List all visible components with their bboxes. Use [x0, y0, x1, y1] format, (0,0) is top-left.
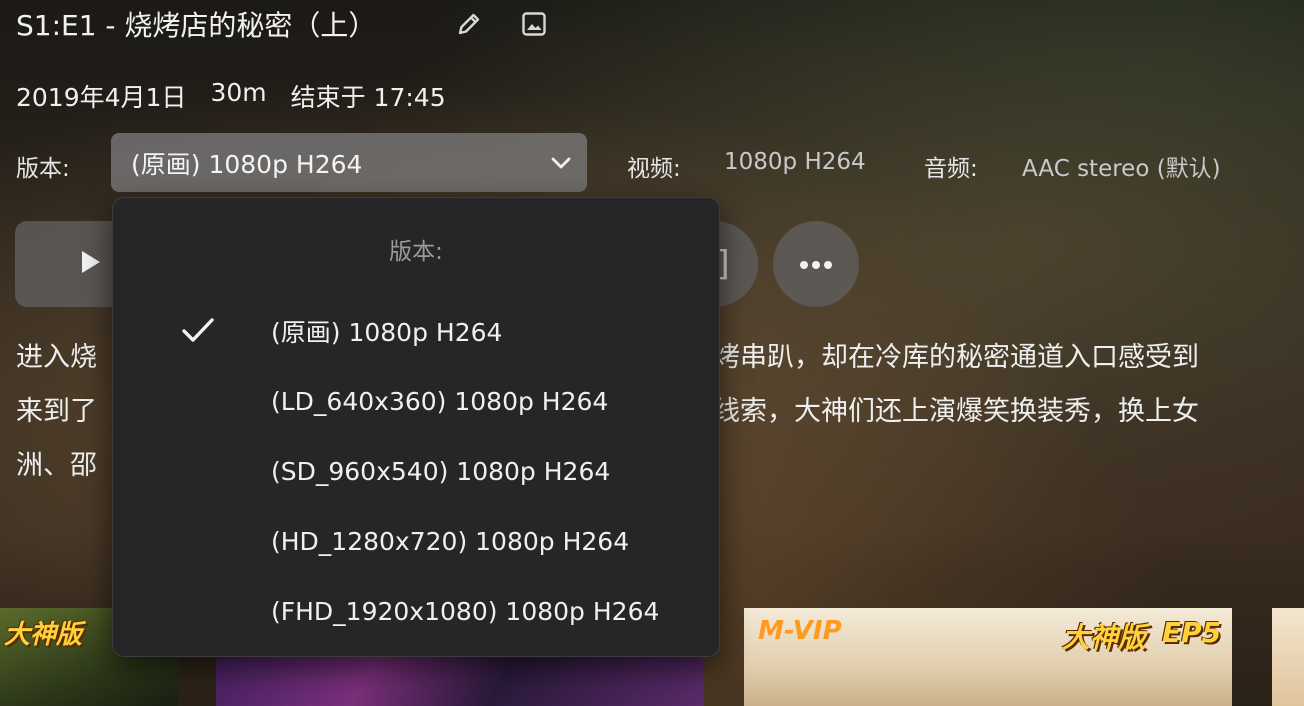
episode-thumbnail[interactable] [1272, 608, 1304, 706]
version-option[interactable]: (原画) 1080p H264 [113, 296, 719, 366]
more-dots-icon [799, 255, 833, 274]
thumbnail-badge: 大神版 [4, 620, 83, 650]
version-option-label: (SD_960x540) 1080p H264 [271, 456, 611, 486]
video-value: 1080p H264 [724, 149, 866, 175]
version-option-label: (HD_1280x720) 1080p H264 [271, 526, 630, 556]
version-select[interactable]: (原画) 1080p H264 [111, 133, 587, 192]
end-time: 结束于 17:45 [290, 83, 446, 112]
version-option-label: (原画) 1080p H264 [271, 318, 503, 347]
version-option[interactable]: (LD_640x360) 1080p H264 [113, 366, 719, 436]
version-option[interactable]: (FHD_1920x1080) 1080p H264 [113, 576, 719, 646]
overview-line-1-end: 烤串趴，却在冷库的秘密通道入口感受到 [713, 342, 1199, 373]
version-select-value: (原画) 1080p H264 [131, 149, 363, 179]
version-option-label: (FHD_1920x1080) 1080p H264 [271, 596, 660, 626]
version-option-label: (LD_640x360) 1080p H264 [271, 386, 609, 416]
episode-meta: 2019年4月1日 30m 结束于 17:45 [16, 78, 446, 114]
version-label: 版本: [16, 156, 70, 182]
pencil-edit-icon[interactable] [452, 7, 486, 41]
play-icon [78, 249, 102, 279]
version-menu-title: 版本: [389, 239, 443, 265]
chevron-down-icon [549, 151, 573, 181]
image-icon[interactable] [517, 7, 551, 41]
runtime: 30m [210, 78, 267, 107]
overview-line-2-end: 线索，大神们还上演爆笑换装秀，换上女 [713, 396, 1199, 427]
episode-thumbnail[interactable]: M-VIP 大神版 EP5 [744, 608, 1232, 706]
overview-line-2-start: 来到了 [16, 396, 97, 427]
version-dropdown-menu: 版本: (原画) 1080p H264 (LD_640x360) 1080p H… [112, 197, 720, 657]
version-option[interactable]: (SD_960x540) 1080p H264 [113, 436, 719, 506]
audio-value: AAC stereo (默认) [1022, 156, 1221, 182]
episode-number-badge: EP5 [1162, 616, 1222, 649]
air-date: 2019年4月1日 [16, 83, 187, 112]
checkmark-icon [181, 316, 215, 346]
audio-label: 音频: [924, 156, 978, 182]
video-label: 视频: [627, 156, 681, 182]
version-option[interactable]: (HD_1280x720) 1080p H264 [113, 506, 719, 576]
thumbnail-badge: 大神版 [1062, 621, 1147, 654]
vip-badge: M-VIP [758, 616, 842, 646]
overview-line-1-start: 进入烧 [16, 342, 97, 373]
overview-line-3-start: 洲、邵 [16, 450, 97, 481]
more-options-button[interactable] [773, 221, 859, 307]
episode-title: S1:E1 - 烧烤店的秘密（上） [16, 9, 377, 42]
